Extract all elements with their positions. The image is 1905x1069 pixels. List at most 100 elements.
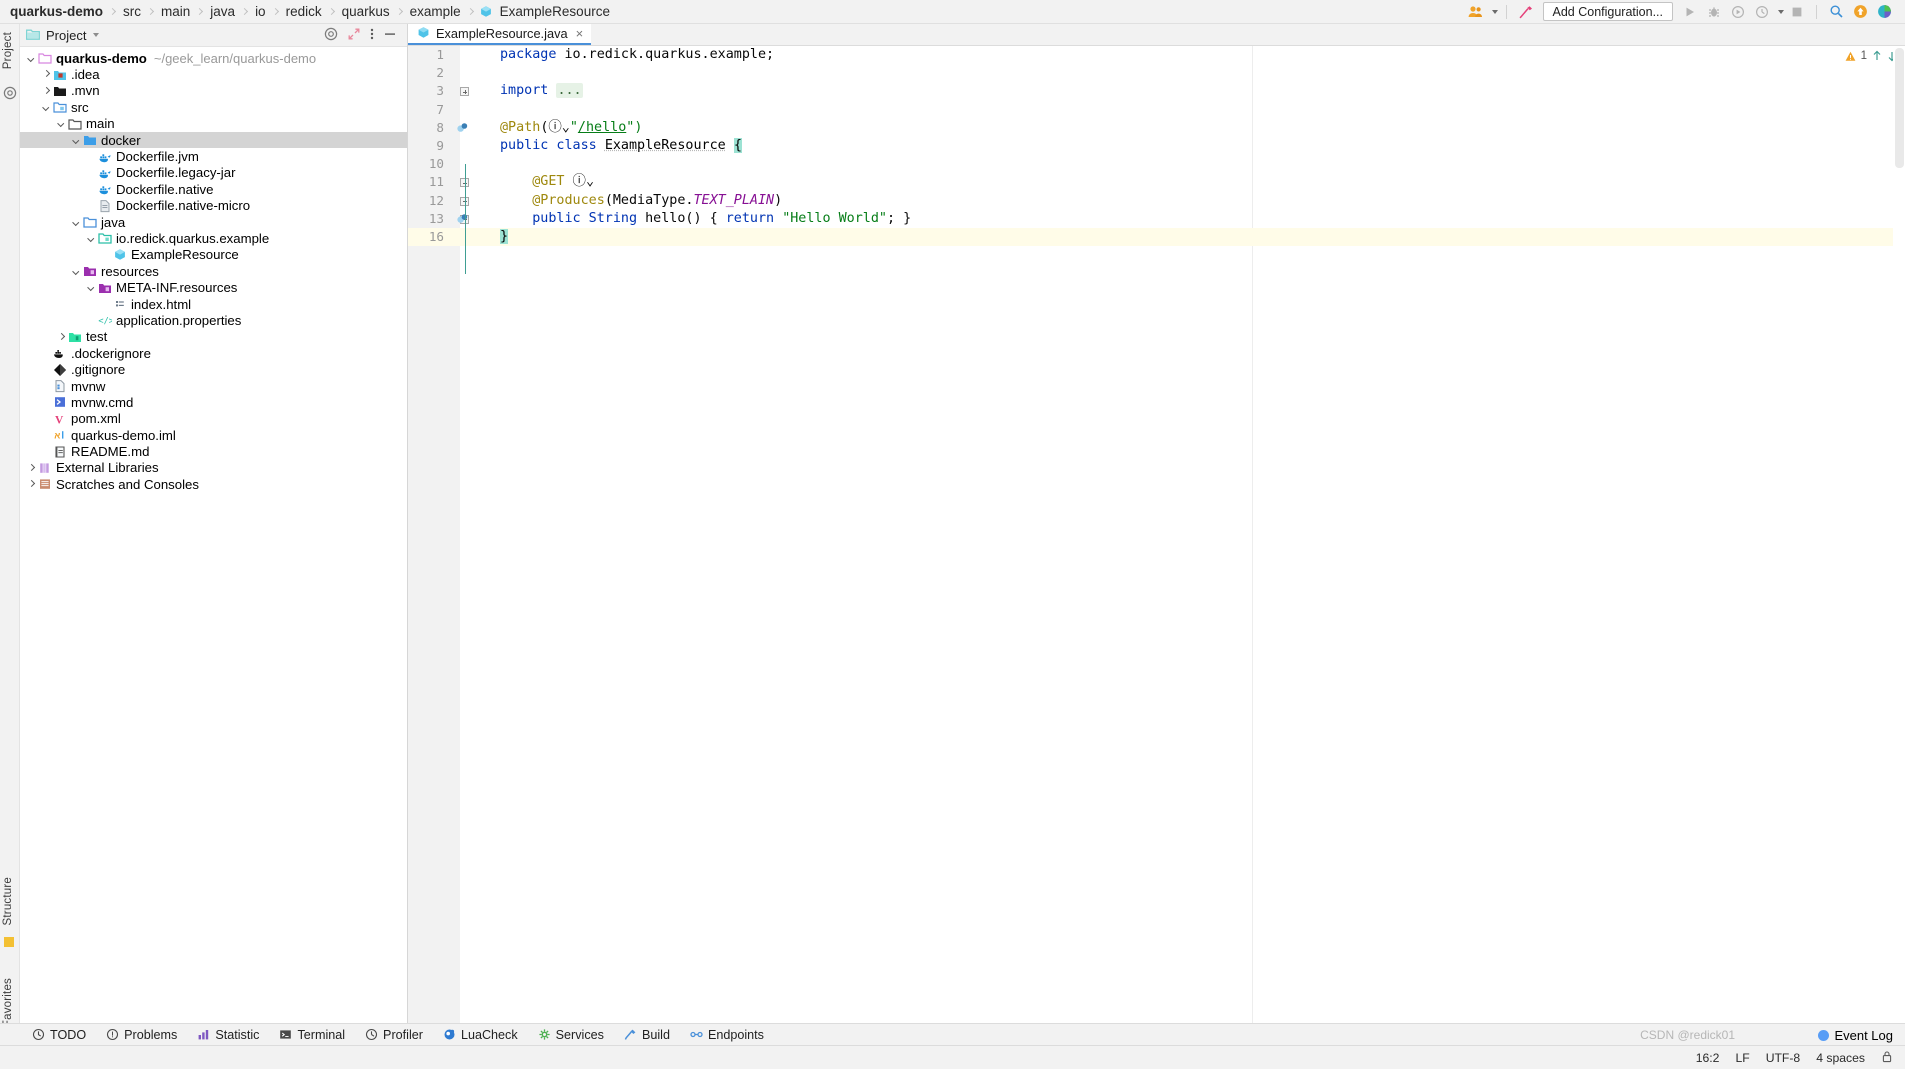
tree-node--idea[interactable]: .idea [20, 66, 407, 82]
project-tree[interactable]: quarkus-demo~/geek_learn/quarkus-demo.id… [20, 47, 407, 493]
ide-globe-icon[interactable] [1873, 2, 1895, 22]
editor-scrollbar[interactable] [1893, 46, 1905, 1045]
tree-node-java[interactable]: java [20, 214, 407, 230]
chevron-right-icon[interactable] [41, 69, 52, 80]
tree-node--gitignore[interactable]: .gitignore [20, 361, 407, 377]
chevron-down-icon[interactable] [41, 102, 52, 113]
commit-icon[interactable] [3, 86, 17, 100]
stop-icon[interactable] [1786, 2, 1808, 22]
read-only-lock-icon[interactable] [1881, 1050, 1893, 1066]
chevron-right-icon[interactable] [26, 479, 37, 490]
breadcrumb-item-main[interactable]: main [157, 4, 194, 19]
bottom-tool-luacheck[interactable]: LuaCheck [433, 1024, 528, 1045]
code-line[interactable]: 11 @GET ⓘ⌄ [408, 173, 1905, 191]
close-icon[interactable]: × [576, 26, 584, 41]
profiler-icon[interactable] [1751, 2, 1773, 22]
tree-node-scratches-and-consoles[interactable]: Scratches and Consoles [20, 476, 407, 492]
code-line[interactable]: 16} [408, 228, 1905, 246]
tree-node-resources[interactable]: resources [20, 263, 407, 279]
bottom-tool-profiler[interactable]: Profiler [355, 1024, 433, 1045]
breadcrumb-item-quarkus-demo[interactable]: quarkus-demo [6, 4, 107, 19]
tree-node-meta-inf-resources[interactable]: META-INF.resources [20, 279, 407, 295]
bottom-tool-endpoints[interactable]: Endpoints [680, 1024, 774, 1045]
chevron-down-icon[interactable] [71, 217, 82, 228]
breadcrumb-item-java[interactable]: java [206, 4, 239, 19]
inspection-widget[interactable]: 1 [1845, 50, 1897, 62]
code-line[interactable]: 9public class ExampleResource { [408, 137, 1905, 155]
run-with-coverage-icon[interactable] [1727, 2, 1749, 22]
bottom-tool-statistic[interactable]: Statistic [187, 1024, 269, 1045]
tree-node--dockerignore[interactable]: .dockerignore [20, 345, 407, 361]
tree-node-mvnw-cmd[interactable]: mvnw.cmd [20, 394, 407, 410]
breadcrumb-item-quarkus[interactable]: quarkus [338, 4, 394, 19]
scrollbar-thumb[interactable] [1895, 48, 1904, 168]
bottom-tool-build[interactable]: Build [614, 1024, 680, 1045]
code-line[interactable]: 13 public String hello() { return "Hello… [408, 210, 1905, 228]
code-line[interactable]: 12 @Produces(MediaType.TEXT_PLAIN) [408, 192, 1905, 210]
caret-position[interactable]: 16:2 [1696, 1051, 1720, 1065]
stripe-button-structure[interactable]: Structure [2, 877, 14, 925]
breadcrumb-item-io[interactable]: io [251, 4, 270, 19]
run-configuration-selector[interactable]: Add Configuration... [1543, 2, 1674, 21]
tree-node--mvn[interactable]: .mvn [20, 83, 407, 99]
chevron-down-icon[interactable] [71, 266, 82, 277]
code-line[interactable]: 8@Path(ⓘ⌄"/hello") [408, 119, 1905, 137]
tree-node-docker[interactable]: docker [20, 132, 407, 148]
chevron-down-icon[interactable] [86, 282, 97, 293]
chevron-right-icon[interactable] [56, 331, 67, 342]
tree-node-pom-xml[interactable]: Vpom.xml [20, 411, 407, 427]
tree-node-readme-md[interactable]: README.md [20, 443, 407, 459]
tree-node-quarkus-demo[interactable]: quarkus-demo~/geek_learn/quarkus-demo [20, 50, 407, 66]
expand-collapse-icon[interactable] [347, 27, 361, 44]
breadcrumb-item-redick[interactable]: redick [282, 4, 326, 19]
tree-node-exampleresource[interactable]: ExampleResource [20, 247, 407, 263]
bottom-tool-terminal[interactable]: Terminal [269, 1024, 355, 1045]
chevron-down-icon[interactable] [86, 233, 97, 244]
tree-node-dockerfile-native[interactable]: Dockerfile.native [20, 181, 407, 197]
bottom-tool-problems[interactable]: Problems [96, 1024, 187, 1045]
stripe-button-project[interactable]: Project [2, 32, 14, 69]
code-line[interactable]: 7 [408, 101, 1905, 119]
tree-node-application-properties[interactable]: </>application.properties [20, 312, 407, 328]
breadcrumb-item-src[interactable]: src [119, 4, 145, 19]
update-project-icon[interactable] [1849, 2, 1871, 22]
tree-node-dockerfile-legacy-jar[interactable]: Dockerfile.legacy-jar [20, 165, 407, 181]
build-hammer-icon[interactable] [1515, 2, 1537, 22]
code-line[interactable]: 2 [408, 64, 1905, 82]
structure-icon[interactable] [3, 936, 17, 950]
tree-node-dockerfile-native-micro[interactable]: Dockerfile.native-micro [20, 198, 407, 214]
user-accounts-icon[interactable] [1465, 2, 1487, 22]
chevron-right-icon[interactable] [26, 462, 37, 473]
tree-node-external-libraries[interactable]: External Libraries [20, 460, 407, 476]
breadcrumb-item-example[interactable]: example [406, 4, 465, 19]
project-view-dropdown-icon[interactable] [93, 33, 99, 37]
editor-body[interactable]: 1package io.redick.quarkus.example;23imp… [408, 46, 1905, 1045]
stripe-button-favorites[interactable]: Favorites [2, 978, 14, 1027]
event-log-button[interactable]: Event Log [1818, 1028, 1893, 1043]
search-everywhere-icon[interactable] [1825, 2, 1847, 22]
hide-panel-icon[interactable] [383, 27, 397, 44]
tree-node-dockerfile-jvm[interactable]: Dockerfile.jvm [20, 148, 407, 164]
code-line[interactable]: 1package io.redick.quarkus.example; [408, 46, 1905, 64]
code-canvas[interactable]: 1package io.redick.quarkus.example;23imp… [408, 46, 1905, 1045]
tree-node-mvnw[interactable]: mvnw [20, 378, 407, 394]
jaxrs-endpoint-icon[interactable] [452, 121, 472, 134]
file-encoding[interactable]: UTF-8 [1766, 1051, 1801, 1065]
prev-problem-icon[interactable] [1872, 50, 1882, 62]
code-line[interactable]: 3import ... [408, 82, 1905, 100]
chevron-down-icon[interactable] [26, 53, 37, 64]
chevron-right-icon[interactable] [41, 85, 52, 96]
profiler-dropdown-icon[interactable] [1778, 10, 1784, 14]
bottom-tool-todo[interactable]: TODO [22, 1024, 96, 1045]
user-accounts-dropdown-icon[interactable] [1492, 10, 1498, 14]
tree-node-io-redick-quarkus-example[interactable]: io.redick.quarkus.example [20, 230, 407, 246]
tree-node-quarkus-demo-iml[interactable]: אquarkus-demo.iml [20, 427, 407, 443]
tree-node-index-html[interactable]: index.html [20, 296, 407, 312]
jaxrs-endpoint-icon[interactable] [452, 212, 472, 225]
tree-node-main[interactable]: main [20, 116, 407, 132]
tree-node-test[interactable]: test [20, 329, 407, 345]
run-icon[interactable] [1679, 2, 1701, 22]
bottom-tool-services[interactable]: Services [528, 1024, 614, 1045]
select-opened-file-icon[interactable] [324, 27, 338, 44]
breadcrumb-item-exampleresource[interactable]: ExampleResource [496, 4, 614, 19]
